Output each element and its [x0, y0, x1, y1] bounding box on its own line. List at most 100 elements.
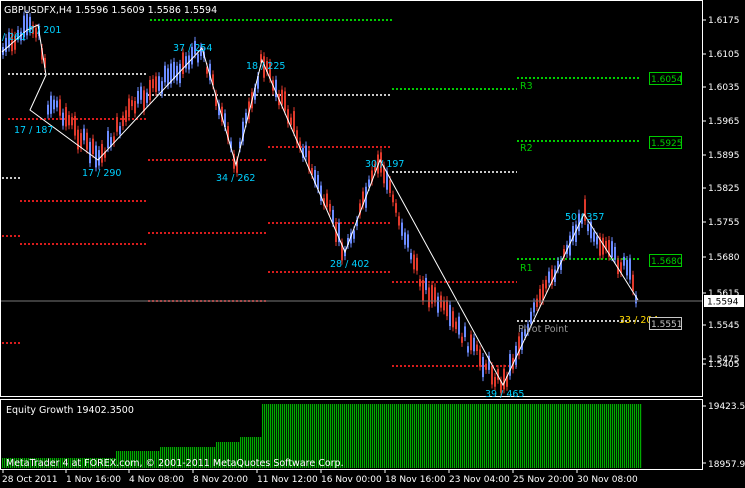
equity-bar — [488, 404, 490, 468]
time-tick: 18 Nov 16:00 — [385, 475, 446, 485]
candle-body — [404, 232, 406, 245]
equity-bar — [442, 404, 444, 468]
equity-bar — [586, 404, 588, 468]
candle-body — [446, 300, 448, 317]
equity-bar — [546, 404, 548, 468]
equity-bar — [588, 404, 590, 468]
candle-body — [596, 236, 598, 245]
candle-body — [461, 336, 463, 343]
equity-bar — [580, 404, 582, 468]
equity-bar — [452, 404, 454, 468]
equity-bar — [530, 404, 532, 468]
equity-bar — [412, 404, 414, 468]
equity-bar — [458, 404, 460, 468]
equity-bar — [460, 404, 462, 468]
equity-bar — [404, 404, 406, 468]
equity-bar — [388, 404, 390, 468]
candle-body — [77, 129, 79, 150]
equity-bar — [378, 404, 380, 468]
candle-body — [479, 349, 481, 367]
candle-body — [482, 356, 484, 378]
candle-body — [176, 65, 178, 81]
equity-bar — [384, 404, 386, 468]
equity-panel-title: Equity Growth 19402.3500 — [6, 405, 134, 416]
candle-body — [146, 92, 148, 103]
equity-bar — [614, 404, 616, 468]
equity-bar — [484, 404, 486, 468]
candle-body — [89, 141, 91, 164]
equity-bar — [494, 404, 496, 468]
equity-bar — [612, 404, 614, 468]
equity-bar — [464, 404, 466, 468]
candle-body — [74, 115, 76, 136]
candle-body — [629, 258, 631, 280]
equity-bar — [486, 404, 488, 468]
equity-bar — [560, 404, 562, 468]
equity-bar — [556, 404, 558, 468]
equity-bar — [558, 404, 560, 468]
price-tick: 1.5680 — [708, 253, 740, 263]
equity-bar — [564, 404, 566, 468]
equity-bar — [426, 404, 428, 468]
candle-body — [398, 216, 400, 226]
candle-body — [119, 126, 121, 135]
candle-body — [392, 194, 394, 203]
r2-value: 1.5925 — [651, 139, 683, 149]
candle-body — [53, 99, 55, 110]
candle-body — [332, 209, 334, 223]
zigzag-label: 30 / 197 — [365, 159, 404, 170]
equity-bar — [394, 404, 396, 468]
chart-canvas[interactable]: GBPUSDFX,H4 1.5596 1.5609 1.5586 1.5594 … — [0, 0, 745, 488]
equity-bar — [420, 404, 422, 468]
equity-bar — [496, 404, 498, 468]
zigzag-label: 17 / 290 — [82, 168, 121, 179]
price-tick: 1.5545 — [708, 321, 740, 331]
candle-body — [326, 193, 328, 207]
candle-body — [56, 100, 58, 108]
equity-bar — [506, 404, 508, 468]
equity-bar — [528, 404, 530, 468]
time-tick: 1 Nov 16:00 — [66, 475, 121, 485]
candle-body — [473, 337, 475, 352]
candle-body — [434, 287, 436, 303]
candle-body — [92, 138, 94, 155]
zigzag-label: 28 / 402 — [330, 259, 369, 270]
equity-bar — [544, 404, 546, 468]
equity-bar — [542, 404, 544, 468]
candle-body — [167, 68, 169, 86]
price-tick: 1.6175 — [708, 16, 740, 26]
equity-bar — [424, 404, 426, 468]
equity-bar — [410, 404, 412, 468]
equity-bar — [568, 404, 570, 468]
equity-bar — [414, 404, 416, 468]
equity-bar — [574, 404, 576, 468]
equity-bar — [634, 404, 636, 468]
equity-bar — [472, 404, 474, 468]
equity-bar — [362, 404, 364, 468]
equity-bar — [504, 404, 506, 468]
equity-bar — [492, 404, 494, 468]
candle-body — [116, 117, 118, 132]
equity-bar — [406, 404, 408, 468]
equity-bar — [618, 404, 620, 468]
price-tick: 1.5405 — [708, 360, 740, 370]
candle-body — [125, 110, 127, 122]
equity-bar — [578, 404, 580, 468]
candle-body — [530, 311, 532, 324]
equity-bar — [514, 404, 516, 468]
equity-bar — [478, 404, 480, 468]
equity-bar — [344, 404, 346, 468]
equity-bar — [448, 404, 450, 468]
candle-body — [413, 254, 415, 270]
equity-bar — [476, 404, 478, 468]
equity-bar — [428, 404, 430, 468]
r3-value: 1.6054 — [651, 75, 683, 85]
candle-body — [149, 79, 151, 101]
equity-bar — [444, 404, 446, 468]
equity-bar — [518, 404, 520, 468]
candle-body — [47, 104, 49, 115]
price-tick: 1.5895 — [708, 151, 740, 161]
equity-bar — [606, 404, 608, 468]
zigzag-label: 18 / 225 — [246, 61, 285, 72]
equity-bar — [418, 404, 420, 468]
